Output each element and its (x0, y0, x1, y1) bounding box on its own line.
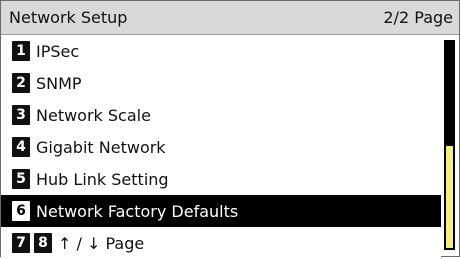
menu-item-label: Hub Link Setting (36, 169, 169, 189)
scrollbar[interactable] (444, 40, 455, 250)
menu-item-hub-link-setting[interactable]: 5 Hub Link Setting (1, 163, 441, 195)
menu-item-ipsec[interactable]: 1 IPSec (1, 35, 441, 67)
menu-item-snmp[interactable]: 2 SNMP (1, 67, 441, 99)
header-bar: Network Setup 2/2 Page (1, 1, 459, 35)
screen-title: Network Setup (9, 8, 128, 27)
number-key-8-icon: 8 (34, 233, 52, 253)
number-key-3-icon: 3 (12, 105, 30, 125)
page-indicator: 2/2 Page (383, 8, 453, 27)
number-key-2-icon: 2 (12, 73, 30, 93)
menu-item-label: Network Scale (36, 105, 151, 125)
scrollbar-thumb[interactable] (445, 145, 454, 249)
number-key-1-icon: 1 (12, 41, 30, 61)
page-navigation-label: ↑ / ↓ Page (58, 233, 145, 253)
menu-item-label: SNMP (36, 73, 82, 93)
menu-item-network-scale[interactable]: 3 Network Scale (1, 99, 441, 131)
number-key-7-icon: 7 (12, 233, 30, 253)
menu-item-network-factory-defaults[interactable]: 6 Network Factory Defaults (1, 195, 441, 227)
menu-item-label: Network Factory Defaults (36, 201, 239, 221)
page-navigation-row[interactable]: 7 8 ↑ / ↓ Page (1, 227, 441, 259)
menu-item-label: IPSec (36, 41, 80, 61)
number-key-4-icon: 4 (12, 137, 30, 157)
lcd-panel: Network Setup 2/2 Page 1 IPSec 2 SNMP 3 … (0, 0, 460, 259)
number-key-6-icon: 6 (12, 201, 30, 221)
menu-item-label: Gigabit Network (36, 137, 166, 157)
number-key-5-icon: 5 (12, 169, 30, 189)
menu-item-gigabit-network[interactable]: 4 Gigabit Network (1, 131, 441, 163)
